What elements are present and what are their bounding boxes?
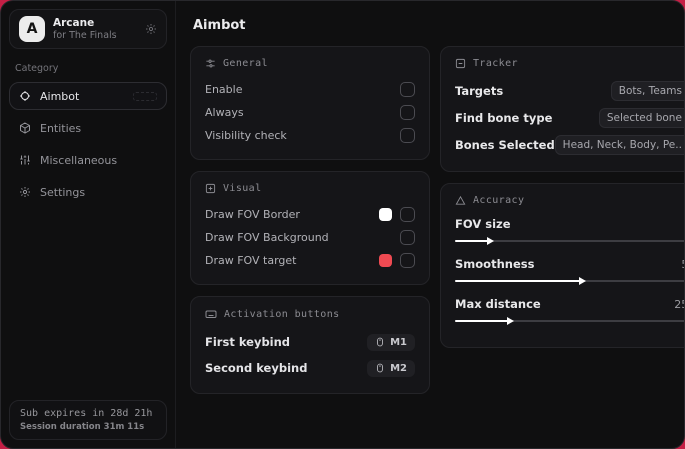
tracker-card: Tracker Targets Bots, Teams Find bone ty…: [440, 46, 684, 172]
keybind-row-second: Second keybind M2: [205, 355, 415, 381]
sidebar-item-aimbot[interactable]: Aimbot: [9, 82, 167, 110]
sidebar-item-miscellaneous[interactable]: Miscellaneous: [9, 146, 167, 174]
max-distance-slider[interactable]: [455, 316, 684, 326]
tracker-row-find-bone-type: Find bone type Selected bone: [455, 105, 684, 131]
sidebar-item-entities[interactable]: Entities: [9, 114, 167, 142]
keybind-label: First keybind: [205, 335, 291, 349]
setting-label: Enable: [205, 83, 243, 96]
card-title: Activation buttons: [224, 308, 340, 320]
setting-label: Always: [205, 106, 244, 119]
always-checkbox[interactable]: [400, 105, 415, 120]
app-window: A Arcane for The Finals Category Aimbot …: [0, 0, 685, 449]
keybind-row-first: First keybind M1: [205, 329, 415, 355]
category-label: Category: [15, 63, 59, 74]
page-title: Aimbot: [193, 18, 246, 33]
sidebar-item-label: Miscellaneous: [40, 153, 118, 167]
tracker-row-targets: Targets Bots, Teams: [455, 78, 684, 104]
card-title: Visual: [223, 183, 262, 194]
keybind-value: M2: [390, 362, 407, 374]
card-title: Tracker: [473, 58, 518, 69]
dropdown-value: Bots, Teams: [618, 85, 682, 97]
setting-label: Draw FOV target: [205, 254, 297, 267]
smoothness-slider[interactable]: [455, 276, 684, 286]
sidebar-nav: Aimbot Entities Miscellaneous Settings: [9, 82, 167, 206]
setting-label: Draw FOV Border: [205, 208, 300, 221]
keybind-label: Second keybind: [205, 361, 308, 375]
slider-value: 250m: [674, 297, 684, 311]
main-content: Aimbot General Enable Always Visibility …: [176, 1, 684, 448]
sliders-icon: [205, 58, 216, 69]
card-title: General: [223, 58, 268, 69]
setting-label: Draw FOV Background: [205, 231, 329, 244]
gear-icon: [19, 186, 31, 198]
sliders-vertical-icon: [19, 154, 31, 166]
app-subtitle: for The Finals: [53, 29, 117, 41]
color-swatch[interactable]: [379, 254, 392, 267]
slider-group-max-distance: Max distance 250m: [455, 295, 684, 326]
slider-group-fov-size: FOV size 50°: [455, 215, 684, 246]
setting-row-fov-border: Draw FOV Border: [205, 203, 415, 226]
setting-row-always: Always: [205, 101, 415, 124]
slider-label: Smoothness: [455, 257, 535, 271]
visibility-check-checkbox[interactable]: [400, 128, 415, 143]
keyboard-icon: [205, 308, 217, 320]
gear-icon[interactable]: [145, 23, 157, 35]
crosshair-icon: [19, 90, 31, 102]
setting-row-fov-target: Draw FOV target: [205, 249, 415, 272]
setting-row-fov-background: Draw FOV Background: [205, 226, 415, 249]
activation-buttons-card: Activation buttons First keybind M1 Seco…: [190, 296, 430, 394]
sub-expiry-text: Sub expires in 28d 21h: [20, 408, 153, 419]
logo-card: A Arcane for The Finals: [9, 9, 167, 49]
slider-thumb[interactable]: [486, 237, 494, 245]
fov-border-checkbox[interactable]: [400, 207, 415, 222]
card-title: Accuracy: [473, 195, 525, 206]
fov-target-checkbox[interactable]: [400, 253, 415, 268]
keybind-value: M1: [390, 336, 407, 348]
sidebar-item-settings[interactable]: Settings: [9, 178, 167, 206]
find-bone-type-dropdown[interactable]: Selected bone: [598, 108, 684, 128]
session-duration-text: Session duration 31m 11s: [20, 422, 145, 432]
sidebar-item-label: Entities: [40, 121, 82, 135]
cube-icon: [19, 122, 31, 134]
image-icon: [205, 183, 216, 194]
sidebar-item-label: Settings: [40, 185, 86, 199]
dropdown-value: Selected bone: [606, 112, 682, 124]
enable-checkbox[interactable]: [400, 82, 415, 97]
setting-row-visibility-check: Visibility check: [205, 124, 415, 147]
setting-row-enable: Enable: [205, 78, 415, 101]
sidebar: A Arcane for The Finals Category Aimbot …: [1, 1, 176, 448]
setting-label: Visibility check: [205, 129, 287, 142]
sidebar-item-label: Aimbot: [40, 89, 80, 103]
fov-background-checkbox[interactable]: [400, 230, 415, 245]
visual-card: Visual Draw FOV Border Draw FOV Backgrou…: [190, 171, 430, 285]
fov-size-slider[interactable]: [455, 236, 684, 246]
slider-label: FOV size: [455, 217, 511, 231]
tracker-label: Find bone type: [455, 111, 553, 125]
mouse-icon: [375, 337, 385, 347]
slider-group-smoothness: Smoothness 50.0: [455, 255, 684, 286]
app-title: Arcane: [53, 16, 95, 29]
second-keybind-button[interactable]: M2: [367, 359, 415, 377]
subscription-info-card: Sub expires in 28d 21h Session duration …: [9, 400, 167, 440]
slider-value: 50.0: [681, 258, 684, 271]
slider-label: Max distance: [455, 297, 541, 311]
first-keybind-button[interactable]: M1: [367, 333, 415, 351]
accuracy-card: Accuracy FOV size 50°: [440, 183, 684, 348]
targets-dropdown[interactable]: Bots, Teams: [610, 81, 684, 101]
minus-square-icon: [455, 58, 466, 69]
tracker-label: Bones Selected: [455, 138, 555, 152]
keybind-placeholder: [133, 91, 157, 101]
bones-selected-dropdown[interactable]: Head, Neck, Body, Pe..: [554, 135, 684, 155]
color-swatch[interactable]: [379, 208, 392, 221]
tracker-label: Targets: [455, 84, 504, 98]
tracker-row-bones-selected: Bones Selected Head, Neck, Body, Pe..: [455, 132, 684, 158]
slider-thumb[interactable]: [506, 317, 514, 325]
mouse-icon: [375, 363, 385, 373]
app-logo: A: [19, 16, 45, 42]
dropdown-value: Head, Neck, Body, Pe..: [562, 139, 682, 151]
triangle-icon: [455, 195, 466, 206]
general-card: General Enable Always Visibility check: [190, 46, 430, 160]
slider-thumb[interactable]: [579, 277, 587, 285]
